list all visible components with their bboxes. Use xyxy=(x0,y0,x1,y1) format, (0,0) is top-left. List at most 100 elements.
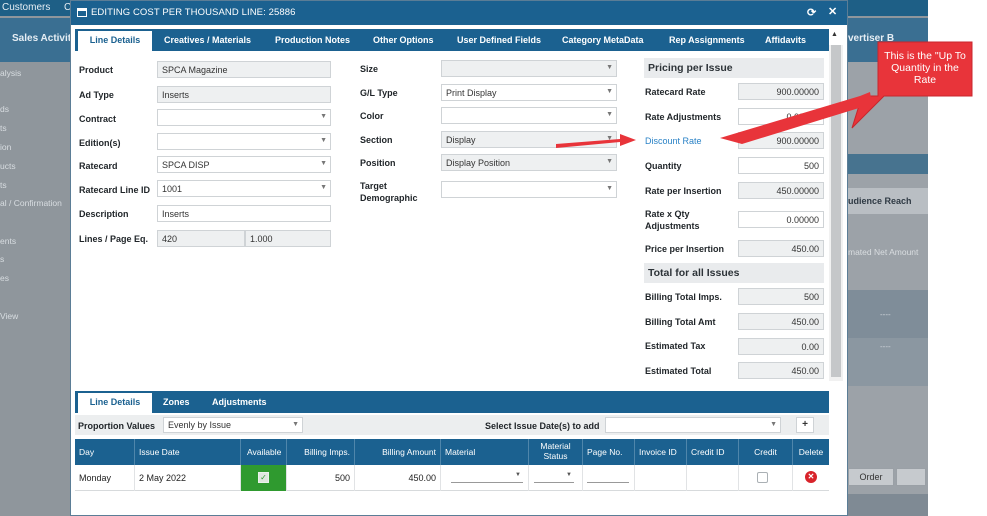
scrollbar-thumb[interactable] xyxy=(831,45,841,377)
tab-user-defined-fields[interactable]: User Defined Fields xyxy=(457,29,541,51)
background-left-item[interactable]: es xyxy=(0,273,9,283)
background-button[interactable] xyxy=(896,468,926,486)
background-left-item[interactable]: ts xyxy=(0,123,7,133)
background-strip xyxy=(846,154,928,174)
background-left-item[interactable]: ucts xyxy=(0,161,16,171)
chevron-down-icon: ▼ xyxy=(606,64,613,71)
chevron-down-icon: ▼ xyxy=(320,184,327,191)
editions-label: Edition(s) xyxy=(79,138,121,148)
estimated-total-field[interactable]: 450.00 xyxy=(738,362,824,379)
col-day[interactable]: Day xyxy=(75,439,135,465)
proportion-values-select[interactable]: Evenly by Issue ▼ xyxy=(163,417,303,433)
cell-material: ▼ xyxy=(441,465,529,491)
billing-total-amt-field[interactable]: 450.00 xyxy=(738,313,824,330)
col-issue-date[interactable]: Issue Date xyxy=(135,439,241,465)
material-select[interactable]: ▼ xyxy=(451,471,523,483)
close-icon[interactable]: ✕ xyxy=(828,5,837,18)
gl-type-select[interactable]: Print Display ▼ xyxy=(441,84,617,101)
col-material[interactable]: Material xyxy=(441,439,529,465)
bottom-tab-zones[interactable]: Zones xyxy=(163,391,190,413)
target-demographic-select[interactable]: ▼ xyxy=(441,181,617,198)
tab-creatives-materials[interactable]: Creatives / Materials xyxy=(164,29,251,51)
quantity-field[interactable]: 500 xyxy=(738,157,824,174)
cell-issue-date: 2 May 2022 xyxy=(135,465,241,491)
ad-type-field[interactable]: Inserts xyxy=(157,86,331,103)
background-sales-activity[interactable]: Sales Activity xyxy=(12,33,77,44)
rate-adjustments-field[interactable]: 0.00000 xyxy=(738,108,824,125)
rate-x-qty-adjustments-field[interactable]: 0.00000 xyxy=(738,211,824,228)
background-bottom-block xyxy=(846,494,928,516)
col-material-status[interactable]: Material Status xyxy=(529,439,583,465)
tab-affidavits[interactable]: Affidavits xyxy=(765,29,806,51)
discount-rate-label[interactable]: Discount Rate xyxy=(645,136,702,146)
billing-total-imps-field[interactable]: 500 xyxy=(738,288,824,305)
cell-material-status: ▼ xyxy=(529,465,583,491)
background-left-item[interactable]: ds xyxy=(0,104,9,114)
add-issue-button[interactable]: + xyxy=(796,417,814,433)
price-per-insertion-field[interactable]: 450.00 xyxy=(738,240,824,257)
background-left-item[interactable]: ion xyxy=(0,142,11,152)
ratecard-rate-field[interactable]: 900.00000 xyxy=(738,83,824,100)
background-net-amount-caption: mated Net Amount xyxy=(848,247,919,257)
dialog-title: EDITING COST PER THOUSAND LINE: 25886 xyxy=(91,7,296,18)
issue-dates-select[interactable]: ▼ xyxy=(605,417,781,433)
color-select[interactable]: ▼ xyxy=(441,107,617,124)
background-dash: ---- xyxy=(880,310,891,319)
tab-rep-assignments[interactable]: Rep Assignments xyxy=(669,29,745,51)
background-left-item[interactable]: alysis xyxy=(0,68,21,78)
page-no-input[interactable] xyxy=(587,471,629,483)
section-select[interactable]: Display ▼ xyxy=(441,131,617,148)
available-checkbox[interactable]: ✓ xyxy=(258,472,269,483)
col-billing-amount[interactable]: Billing Amount xyxy=(355,439,441,465)
tab-production-notes[interactable]: Production Notes xyxy=(275,29,350,51)
background-advertiser-tab[interactable]: vertiser B xyxy=(848,33,894,44)
ratecard-line-id-select[interactable]: 1001 ▼ xyxy=(157,180,331,197)
scroll-up-icon[interactable]: ▲ xyxy=(831,31,841,41)
product-field[interactable]: SPCA Magazine xyxy=(157,61,331,78)
background-order-button[interactable]: Order xyxy=(848,468,894,486)
form-scrollbar[interactable] xyxy=(829,45,843,381)
cell-day: Monday xyxy=(75,465,135,491)
col-billing-imps[interactable]: Billing Imps. xyxy=(287,439,355,465)
editions-select[interactable]: ▼ xyxy=(157,133,331,150)
material-status-select[interactable]: ▼ xyxy=(534,471,574,483)
ratecard-label: Ratecard xyxy=(79,161,118,171)
background-left-item[interactable]: ents xyxy=(0,236,16,246)
cell-billing-imps[interactable]: 500 xyxy=(287,465,355,491)
background-left-item[interactable]: al / Confirmation xyxy=(0,198,62,208)
credit-checkbox[interactable] xyxy=(757,472,768,483)
background-left-item[interactable]: ts xyxy=(0,180,7,190)
rate-per-insertion-field[interactable]: 450.00000 xyxy=(738,182,824,199)
lines-field[interactable]: 420 xyxy=(157,230,245,247)
bottom-tab-line-details[interactable]: Line Details xyxy=(78,391,152,413)
description-field[interactable]: Inserts xyxy=(157,205,331,222)
estimated-total-label: Estimated Total xyxy=(645,366,712,376)
tab-category-metadata[interactable]: Category MetaData xyxy=(562,29,644,51)
ratecard-select[interactable]: SPCA DISP ▼ xyxy=(157,156,331,173)
col-available[interactable]: Available xyxy=(241,439,287,465)
col-delete[interactable]: Delete xyxy=(793,439,829,465)
tab-line-details[interactable]: Line Details xyxy=(78,29,152,51)
billing-total-amt-label: Billing Total Amt xyxy=(645,317,716,327)
col-credit[interactable]: Credit xyxy=(739,439,793,465)
cell-billing-amount[interactable]: 450.00 xyxy=(355,465,441,491)
position-select[interactable]: Display Position ▼ xyxy=(441,154,617,171)
page-eq-field[interactable]: 1.000 xyxy=(245,230,331,247)
col-invoice-id[interactable]: Invoice ID xyxy=(635,439,687,465)
chevron-down-icon: ▼ xyxy=(320,113,327,120)
discount-rate-field[interactable]: 900.00000 xyxy=(738,132,824,149)
col-page-no[interactable]: Page No. xyxy=(583,439,635,465)
contract-select[interactable]: ▼ xyxy=(157,109,331,126)
tab-other-options[interactable]: Other Options xyxy=(373,29,434,51)
col-credit-id[interactable]: Credit ID xyxy=(687,439,739,465)
bottom-tab-adjustments[interactable]: Adjustments xyxy=(212,391,267,413)
delete-icon[interactable]: ✕ xyxy=(805,471,817,483)
background-customers-menu[interactable]: Customers xyxy=(2,2,50,13)
chevron-down-icon: ▼ xyxy=(320,160,327,167)
estimated-tax-field[interactable]: 0.00 xyxy=(738,338,824,355)
size-select[interactable]: ▼ xyxy=(441,60,617,77)
background-left-item[interactable]: s xyxy=(0,254,4,264)
refresh-icon[interactable]: ⟳ xyxy=(807,6,816,19)
background-left-item[interactable]: View xyxy=(0,311,18,321)
ad-type-label: Ad Type xyxy=(79,90,114,100)
